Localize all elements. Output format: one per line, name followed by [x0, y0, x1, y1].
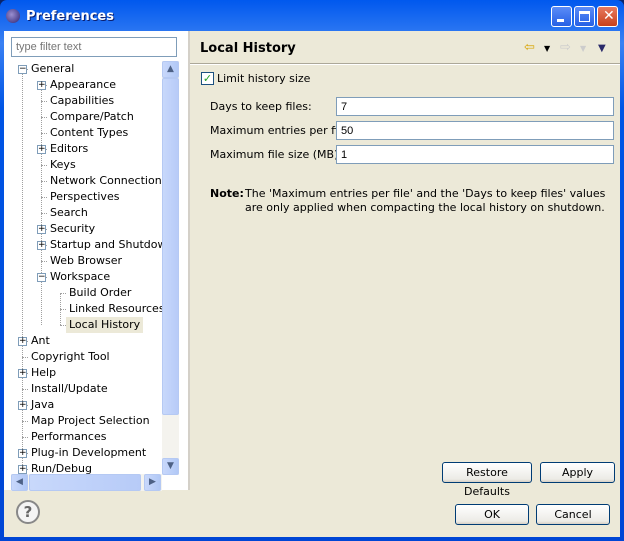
tree-item[interactable]: Search [50, 205, 88, 221]
tree-connector [60, 309, 66, 310]
note-text-1: The 'Maximum entries per file' and the '… [245, 187, 606, 200]
tree-item[interactable]: Network Connections [50, 173, 163, 189]
tree-connector [41, 181, 47, 182]
tree-item[interactable]: Performances [31, 429, 106, 445]
expand-icon[interactable]: + [18, 337, 27, 346]
tree-item[interactable]: Startup and Shutdown [50, 237, 163, 253]
tree-item[interactable]: Editors [50, 141, 88, 157]
tree-connector [41, 165, 47, 166]
tree-item[interactable]: Plug-in Development [31, 445, 146, 461]
tree-guide-line [41, 85, 42, 325]
collapse-icon[interactable]: − [37, 273, 46, 282]
navigation-panel: −General+AppearanceCapabilitiesCompare/P… [4, 31, 188, 491]
tree-item[interactable]: Perspectives [50, 189, 119, 205]
tree-connector [22, 437, 28, 438]
expand-icon[interactable]: + [37, 145, 46, 154]
scroll-down-button[interactable]: ▼ [162, 458, 179, 475]
tree-item[interactable]: Java [31, 397, 54, 413]
forward-arrow-icon[interactable]: ⇨ [560, 40, 571, 55]
tree-item[interactable]: General [31, 61, 74, 77]
collapse-icon[interactable]: − [18, 65, 27, 74]
tree-item[interactable]: Build Order [69, 285, 131, 301]
tree-connector [41, 117, 47, 118]
days-field[interactable] [336, 97, 614, 116]
expand-icon[interactable]: + [18, 401, 27, 410]
title-separator [190, 63, 620, 65]
days-label: Days to keep files: [210, 100, 312, 113]
filter-input[interactable] [11, 37, 177, 57]
tree-guide-line [22, 69, 23, 475]
max-size-label: Maximum file size (MB): [210, 148, 343, 161]
back-dropdown-icon[interactable]: ▼ [544, 44, 550, 53]
eclipse-icon [6, 9, 20, 23]
tree-item[interactable]: Keys [50, 157, 76, 173]
page-title: Local History [200, 41, 296, 56]
title-bar[interactable]: Preferences ✕ [0, 0, 624, 32]
max-entries-field[interactable] [336, 121, 614, 140]
close-button[interactable]: ✕ [597, 6, 618, 27]
tree-connector [41, 197, 47, 198]
tree-item[interactable]: Content Types [50, 125, 128, 141]
tree-item[interactable]: Copyright Tool [31, 349, 110, 365]
tree-item[interactable]: Linked Resources [69, 301, 163, 317]
preferences-window: Preferences ✕ −General+AppearanceCapabil… [0, 0, 624, 541]
tree-connector [41, 133, 47, 134]
note-text-2: are only applied when compacting the loc… [245, 201, 605, 214]
tree-connector [22, 389, 28, 390]
tree-connector [22, 357, 28, 358]
view-menu-icon[interactable]: ▼ [598, 43, 606, 54]
tree-item[interactable]: Ant [31, 333, 50, 349]
tree-horizontal-scrollbar[interactable]: ◀ ▶ [11, 474, 162, 491]
tree-item[interactable]: Install/Update [31, 381, 108, 397]
scroll-right-button[interactable]: ▶ [144, 474, 161, 491]
note-label: Note: [210, 187, 244, 200]
preference-page: Local History ⇦ ▼ ⇨ ▼ ▼ ✓ Limit history … [190, 31, 620, 498]
tree-vertical-scrollbar[interactable]: ▲ ▼ [162, 61, 179, 475]
window-title: Preferences [26, 9, 114, 24]
forward-dropdown-icon[interactable]: ▼ [580, 44, 586, 53]
expand-icon[interactable]: + [37, 225, 46, 234]
scroll-thumb[interactable] [162, 78, 179, 415]
horizontal-scroll-thumb[interactable] [29, 474, 141, 491]
max-entries-label: Maximum entries per file: [210, 124, 352, 137]
tree-item[interactable]: Map Project Selection [31, 413, 150, 429]
expand-icon[interactable]: + [37, 81, 46, 90]
tree-item[interactable]: Local History [66, 317, 144, 333]
tree-connector [60, 293, 66, 294]
cancel-button[interactable]: Cancel [536, 504, 610, 525]
tree-connector [22, 421, 28, 422]
scroll-left-button[interactable]: ◀ [11, 474, 28, 491]
tree-connector [41, 261, 47, 262]
ok-button[interactable]: OK [455, 504, 529, 525]
limit-history-checkbox[interactable]: ✓ [201, 72, 214, 85]
tree-item[interactable]: Help [31, 365, 56, 381]
expand-icon[interactable]: + [18, 449, 27, 458]
button-bar: ? OK Cancel [4, 490, 620, 537]
expand-icon[interactable]: + [37, 241, 46, 250]
max-size-field[interactable] [336, 145, 614, 164]
tree-connector [41, 101, 47, 102]
preference-tree: − General + Appearance Capabilities Compare/P… [11, 61, 163, 475]
dialog-body: −General+AppearanceCapabilitiesCompare/P… [4, 31, 620, 537]
maximize-button[interactable] [574, 6, 595, 27]
tree-item[interactable]: Security [50, 221, 95, 237]
tree-item[interactable]: Capabilities [50, 93, 114, 109]
limit-history-label: Limit history size [217, 72, 311, 85]
scroll-up-button[interactable]: ▲ [162, 61, 179, 78]
restore-defaults-button[interactable]: Restore Defaults [442, 462, 532, 498]
tree-item[interactable]: Web Browser [50, 253, 122, 269]
tree-item[interactable]: Run/Debug [31, 461, 92, 475]
minimize-button[interactable] [551, 6, 572, 27]
expand-icon[interactable]: + [18, 465, 27, 474]
expand-icon[interactable]: + [18, 369, 27, 378]
tree-connector [41, 213, 47, 214]
apply-button[interactable]: Apply [540, 462, 615, 483]
tree-item[interactable]: Workspace [50, 269, 110, 285]
help-icon[interactable]: ? [16, 500, 40, 524]
back-arrow-icon[interactable]: ⇦ [524, 40, 535, 55]
tree-item[interactable]: Appearance [50, 77, 116, 93]
tree-item[interactable]: Compare/Patch [50, 109, 134, 125]
